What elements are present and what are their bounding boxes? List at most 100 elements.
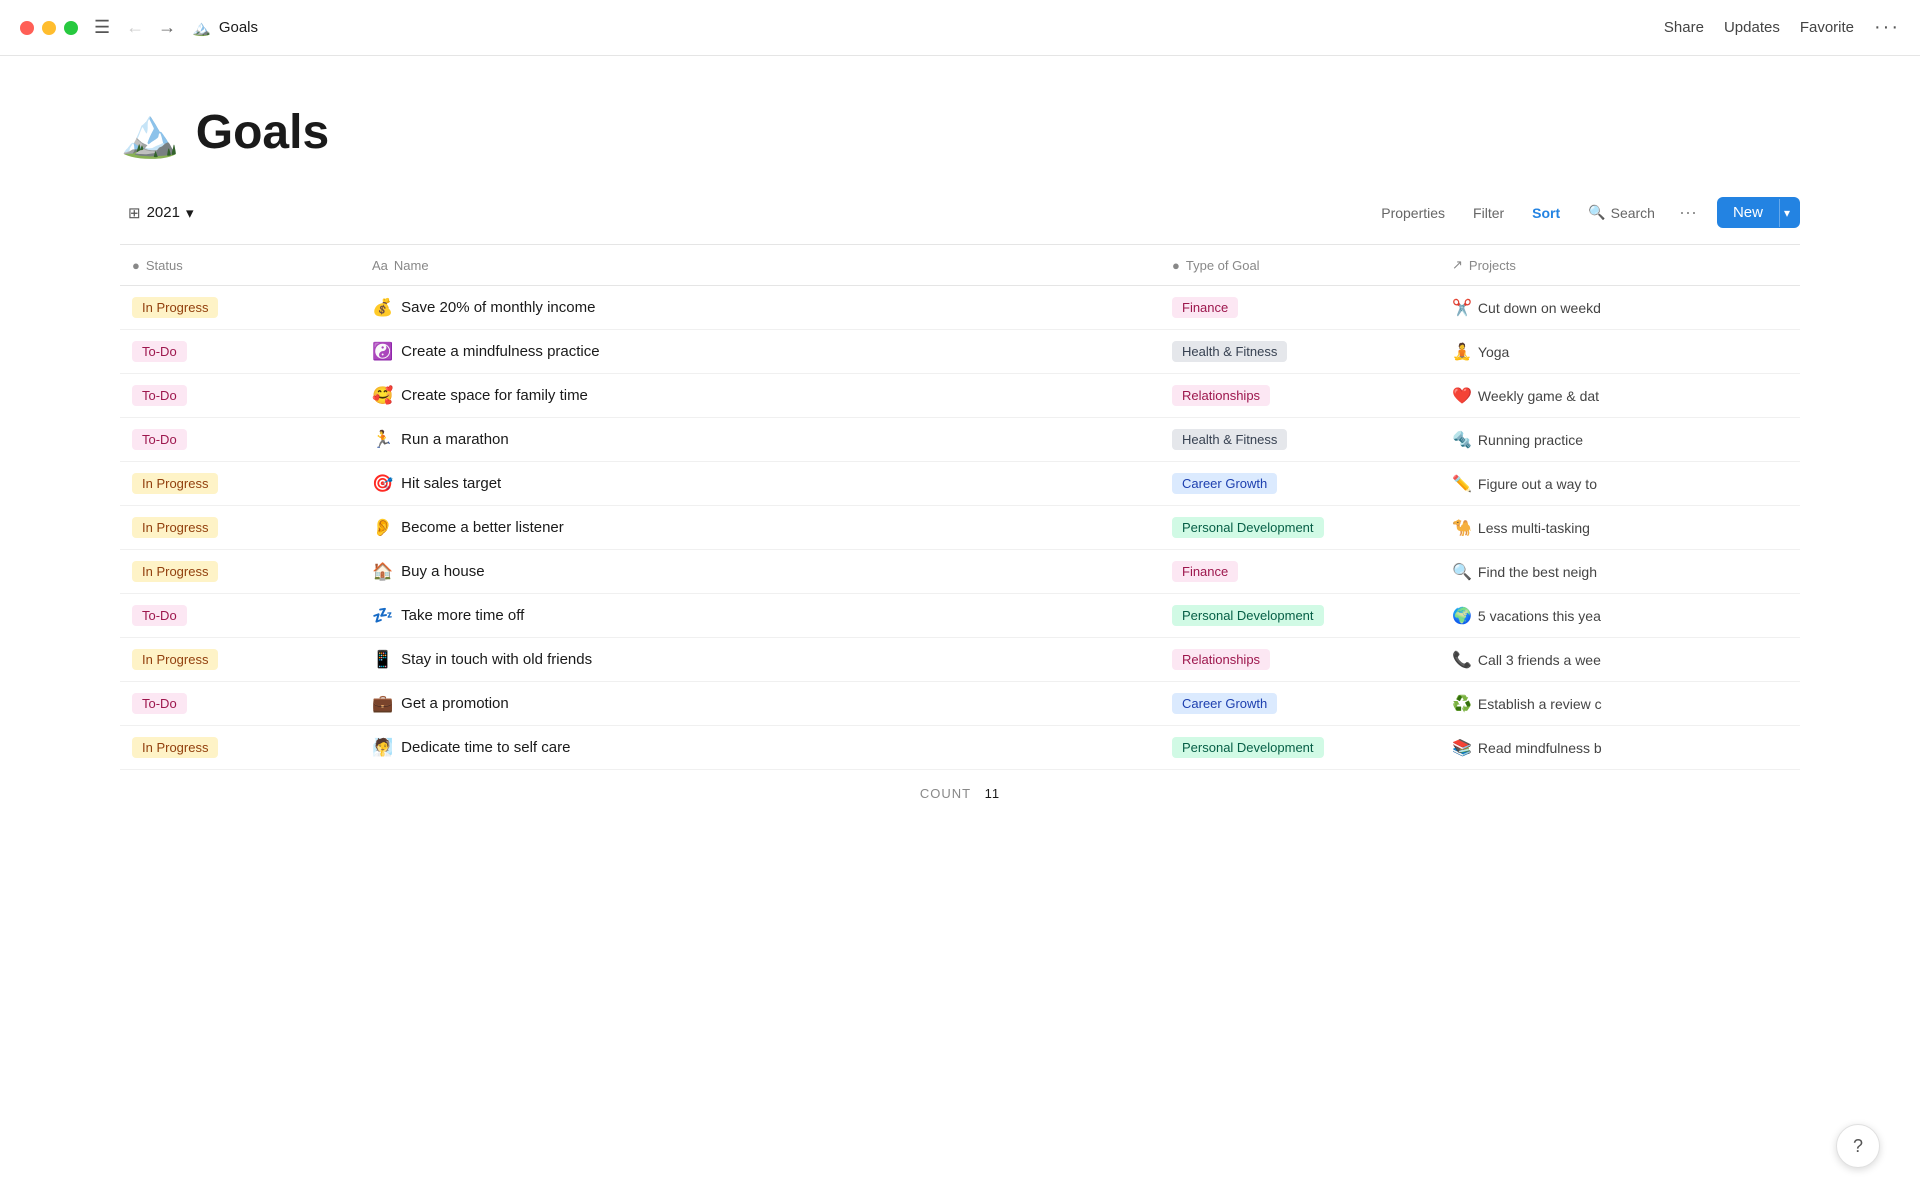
projects-cell: 🔩 Running practice — [1440, 422, 1800, 458]
table-row[interactable]: To-Do 🏃 Run a marathon Health & Fitness … — [120, 418, 1800, 462]
table-row[interactable]: In Progress 💰 Save 20% of monthly income… — [120, 286, 1800, 330]
type-badge: Finance — [1172, 561, 1238, 582]
view-caret-icon: ▾ — [186, 204, 194, 222]
toolbar-more-button[interactable]: ··· — [1671, 198, 1705, 227]
project-name: Find the best neigh — [1478, 564, 1597, 580]
share-button[interactable]: Share — [1664, 19, 1704, 36]
project-name: Weekly game & dat — [1478, 388, 1599, 404]
count-label: COUNT — [920, 786, 971, 801]
sort-button[interactable]: Sort — [1520, 199, 1572, 227]
table-row[interactable]: In Progress 🧖 Dedicate time to self care… — [120, 726, 1800, 770]
page-title-breadcrumb: Goals — [219, 19, 258, 36]
page-icon: 🏔️ — [192, 19, 211, 37]
col-header-name: Aa Name — [360, 251, 1160, 279]
name-cell: 💼 Get a promotion — [360, 686, 1160, 722]
status-badge: In Progress — [132, 473, 218, 494]
toolbar-actions: Properties Filter Sort 🔍 Search ··· New … — [1369, 197, 1800, 228]
sidebar-toggle-button[interactable]: ☰ — [94, 17, 110, 38]
project-name: Figure out a way to — [1478, 476, 1597, 492]
count-value: 11 — [985, 786, 1001, 801]
table-body: In Progress 💰 Save 20% of monthly income… — [120, 286, 1800, 770]
fullscreen-button[interactable] — [64, 21, 78, 35]
project-name: Call 3 friends a wee — [1478, 652, 1601, 668]
type-badge: Finance — [1172, 297, 1238, 318]
projects-cell: 📞 Call 3 friends a wee — [1440, 642, 1800, 678]
minimize-button[interactable] — [42, 21, 56, 35]
projects-cell: ❤️ Weekly game & dat — [1440, 378, 1800, 414]
project-name: Establish a review c — [1478, 696, 1602, 712]
project-name: Read mindfulness b — [1478, 740, 1602, 756]
filter-button[interactable]: Filter — [1461, 199, 1516, 227]
view-label: 2021 — [147, 204, 180, 221]
type-badge: Relationships — [1172, 385, 1270, 406]
projects-col-label: Projects — [1469, 258, 1516, 273]
project-emoji: 📚 — [1452, 738, 1472, 758]
project-emoji: 🌍 — [1452, 606, 1472, 626]
more-options-button[interactable]: ··· — [1874, 16, 1900, 39]
type-badge: Career Growth — [1172, 473, 1277, 494]
updates-button[interactable]: Updates — [1724, 19, 1780, 36]
projects-cell: 🌍 5 vacations this yea — [1440, 598, 1800, 634]
status-cell: To-Do — [120, 421, 360, 458]
titlebar: ☰ ← → 🏔️ Goals Share Updates Favorite ··… — [0, 0, 1920, 56]
projects-cell: 🐪 Less multi-tasking — [1440, 510, 1800, 546]
type-cell: Health & Fitness — [1160, 333, 1440, 370]
table-row[interactable]: In Progress 👂 Become a better listener P… — [120, 506, 1800, 550]
project-emoji: 📞 — [1452, 650, 1472, 670]
table-row[interactable]: In Progress 🎯 Hit sales target Career Gr… — [120, 462, 1800, 506]
type-col-label: Type of Goal — [1186, 258, 1260, 273]
count-row: COUNT 11 — [120, 770, 1800, 817]
close-button[interactable] — [20, 21, 34, 35]
search-button[interactable]: 🔍 Search — [1576, 198, 1667, 227]
name-cell: 🧖 Dedicate time to self care — [360, 730, 1160, 766]
table-row[interactable]: To-Do 💼 Get a promotion Career Growth ♻️… — [120, 682, 1800, 726]
row-name: Run a marathon — [401, 431, 509, 448]
name-cell: 🏃 Run a marathon — [360, 422, 1160, 458]
projects-cell: ✏️ Figure out a way to — [1440, 466, 1800, 502]
table-row[interactable]: To-Do 💤 Take more time off Personal Deve… — [120, 594, 1800, 638]
new-button[interactable]: New — [1717, 197, 1779, 228]
name-col-label: Name — [394, 258, 429, 273]
status-col-icon: ● — [132, 258, 140, 273]
forward-button[interactable]: → — [154, 15, 180, 40]
type-badge: Relationships — [1172, 649, 1270, 670]
row-emoji: ☯️ — [372, 342, 393, 362]
name-cell: 🏠 Buy a house — [360, 554, 1160, 590]
type-badge: Career Growth — [1172, 693, 1277, 714]
row-name: Become a better listener — [401, 519, 564, 536]
status-badge: To-Do — [132, 341, 187, 362]
project-name: Running practice — [1478, 432, 1583, 448]
projects-cell: 🔍 Find the best neigh — [1440, 554, 1800, 590]
back-button[interactable]: ← — [122, 15, 148, 40]
status-cell: To-Do — [120, 685, 360, 722]
project-emoji: ♻️ — [1452, 694, 1472, 714]
search-icon: 🔍 — [1588, 204, 1605, 221]
toolbar: ⊞ 2021 ▾ Properties Filter Sort 🔍 Search… — [120, 197, 1800, 228]
view-selector-button[interactable]: ⊞ 2021 ▾ — [120, 200, 201, 226]
favorite-button[interactable]: Favorite — [1800, 19, 1854, 36]
status-badge: In Progress — [132, 517, 218, 538]
titlebar-actions: Share Updates Favorite ··· — [1664, 16, 1900, 39]
projects-cell: 📚 Read mindfulness b — [1440, 730, 1800, 766]
type-cell: Finance — [1160, 553, 1440, 590]
table-row[interactable]: To-Do 🥰 Create space for family time Rel… — [120, 374, 1800, 418]
table-row[interactable]: To-Do ☯️ Create a mindfulness practice H… — [120, 330, 1800, 374]
help-button[interactable]: ? — [1836, 1124, 1880, 1168]
row-emoji: 🎯 — [372, 474, 393, 494]
row-emoji: 💤 — [372, 606, 393, 626]
row-emoji: 📱 — [372, 650, 393, 670]
type-badge: Personal Development — [1172, 605, 1324, 626]
new-button-group: New ▾ — [1717, 197, 1800, 228]
project-emoji: 🔍 — [1452, 562, 1472, 582]
name-cell: ☯️ Create a mindfulness practice — [360, 334, 1160, 370]
status-badge: In Progress — [132, 297, 218, 318]
table-row[interactable]: In Progress 📱 Stay in touch with old fri… — [120, 638, 1800, 682]
page-header: 🏔️ Goals — [120, 104, 1800, 161]
properties-button[interactable]: Properties — [1369, 199, 1457, 227]
status-badge: In Progress — [132, 737, 218, 758]
status-col-label: Status — [146, 258, 183, 273]
name-col-icon: Aa — [372, 258, 388, 273]
type-cell: Finance — [1160, 289, 1440, 326]
new-caret-button[interactable]: ▾ — [1779, 199, 1800, 227]
table-row[interactable]: In Progress 🏠 Buy a house Finance 🔍 Find… — [120, 550, 1800, 594]
